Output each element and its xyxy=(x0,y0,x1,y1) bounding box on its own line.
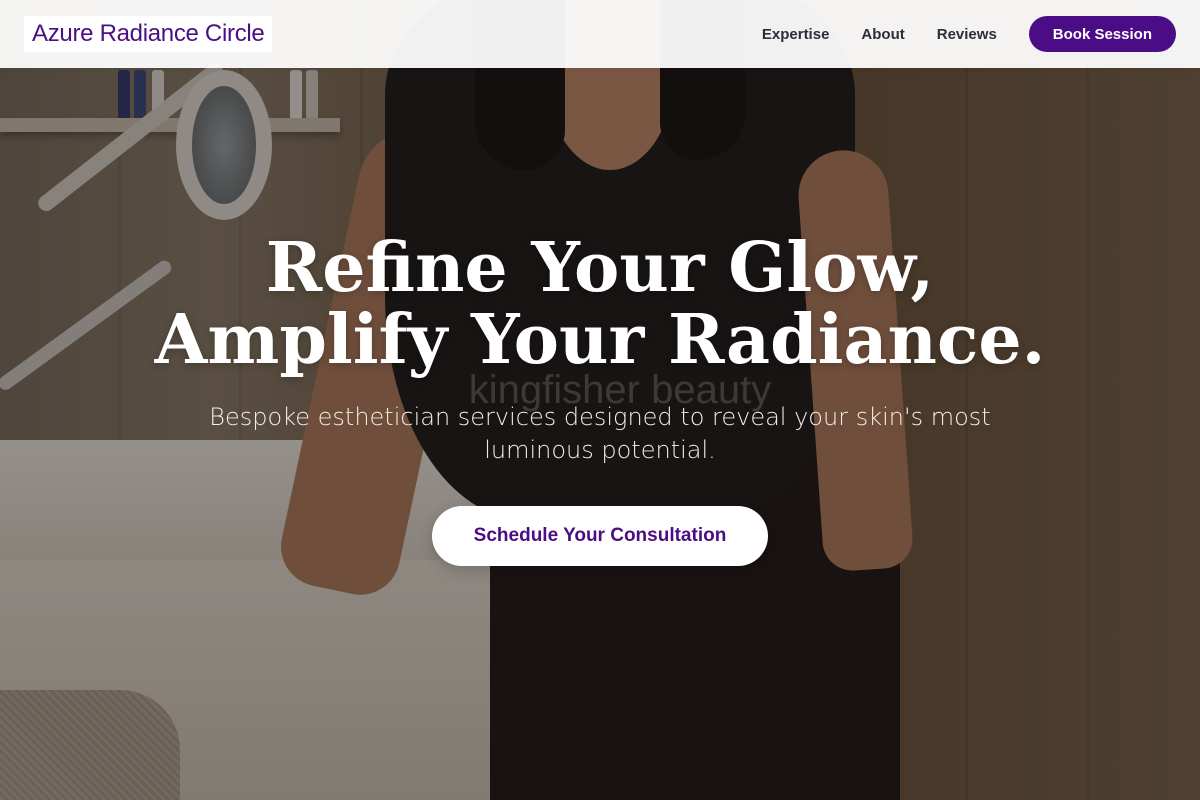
nav-link-expertise[interactable]: Expertise xyxy=(762,26,830,43)
book-session-button[interactable]: Book Session xyxy=(1028,16,1176,52)
hero-headline-line-2: Amplify Your Radiance. xyxy=(154,300,1046,380)
nav-link-reviews[interactable]: Reviews xyxy=(937,26,997,43)
hero-headline-line-1: Refine Your Glow, xyxy=(265,228,935,308)
hero-headline: Refine Your Glow, Amplify Your Radiance. xyxy=(100,232,1100,376)
page: Azure Radiance Circle Expertise About Re… xyxy=(0,0,1200,800)
main-nav: Expertise About Reviews Book Session xyxy=(762,16,1176,52)
navbar: Azure Radiance Circle Expertise About Re… xyxy=(0,0,1200,68)
nav-link-about[interactable]: About xyxy=(861,26,904,43)
schedule-consultation-button[interactable]: Schedule Your Consultation xyxy=(432,506,768,566)
hero-subheadline: Bespoke esthetician services designed to… xyxy=(209,403,991,464)
brand-logo[interactable]: Azure Radiance Circle xyxy=(24,16,273,52)
